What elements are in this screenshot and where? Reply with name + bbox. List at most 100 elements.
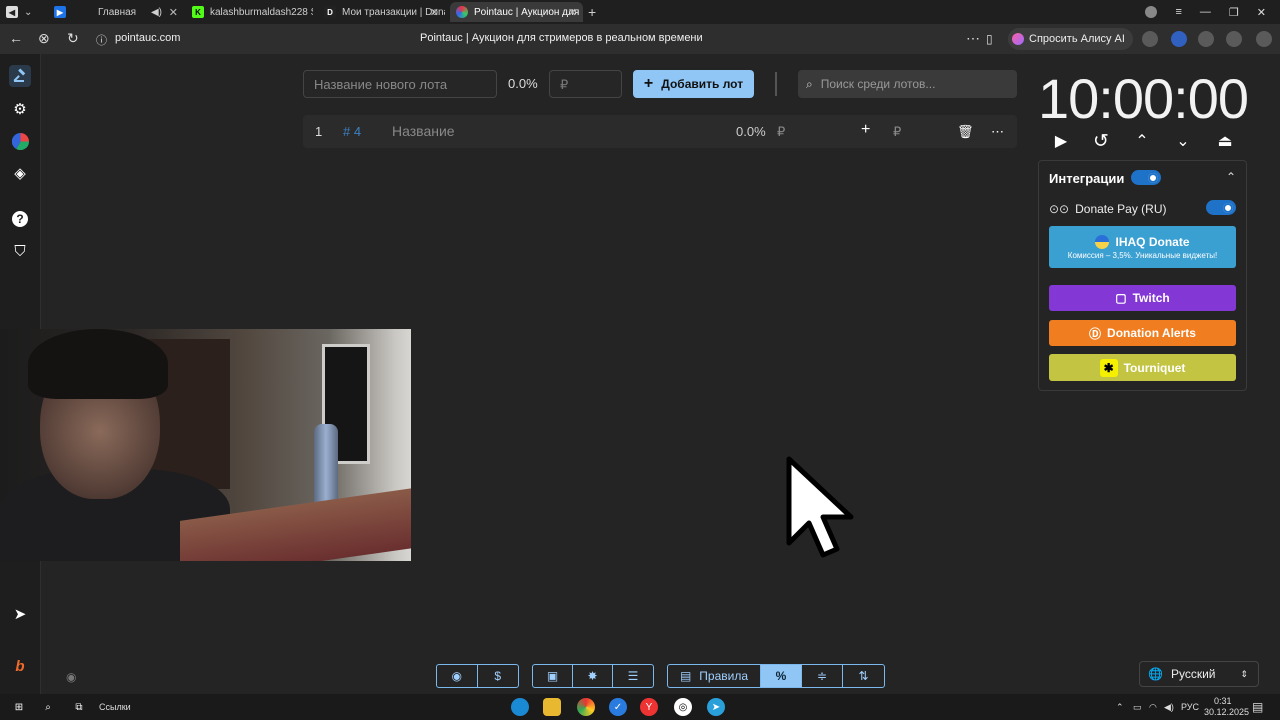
- tab-audio-control[interactable]: ◀ ⌄: [6, 2, 46, 22]
- chrome-icon[interactable]: [577, 698, 595, 716]
- ihaq-donate-button[interactable]: IHAQ Donate Комиссия – 3,5%. Уникальные …: [1049, 226, 1236, 268]
- ihaq-subtitle: Комиссия – 3,5%. Уникальные виджеты!: [1067, 250, 1218, 260]
- windows-start-icon[interactable]: ⊞: [10, 698, 28, 716]
- input-language[interactable]: РУС: [1181, 702, 1199, 712]
- more-icon[interactable]: ⋯: [991, 124, 1004, 140]
- eject-icon[interactable]: ⏏: [1214, 130, 1236, 152]
- network-icon[interactable]: ◠: [1149, 702, 1157, 713]
- trash-icon[interactable]: 🗑: [957, 124, 974, 140]
- restore-icon[interactable]: ❐: [1229, 6, 1239, 19]
- tab-transactions[interactable]: D Мои транзакции | Donate ✕: [320, 2, 445, 22]
- check-app-icon[interactable]: ✓: [609, 698, 627, 716]
- edge-icon[interactable]: [511, 698, 529, 716]
- task-view-icon[interactable]: ⧉: [70, 698, 88, 716]
- rules-label: Правила: [699, 669, 749, 683]
- new-tab-button[interactable]: +: [588, 2, 604, 22]
- book-icon: ▤: [679, 669, 692, 683]
- extension-icon[interactable]: [1142, 31, 1158, 47]
- donatepay-toggle[interactable]: [1206, 200, 1236, 215]
- language-select[interactable]: 🌐 Русский ⇕: [1139, 661, 1259, 687]
- new-lot-percent: 0.0%: [508, 76, 538, 91]
- telegram-icon[interactable]: ➤: [9, 603, 31, 625]
- pie-chart-icon[interactable]: [9, 130, 31, 152]
- gavel-icon[interactable]: [9, 65, 31, 87]
- extension-icon[interactable]: [1198, 31, 1214, 47]
- ihaq-icon: [1095, 234, 1110, 249]
- new-lot-amount-input[interactable]: ₽: [549, 70, 622, 98]
- lot-row: 1 # 4 Название 0.0% ₽ + ₽ 🗑 ⋯: [303, 115, 1017, 148]
- site-info-icon[interactable]: ⓘ: [96, 32, 107, 48]
- clear-list-icon[interactable]: ☰: [613, 665, 653, 687]
- shield-icon[interactable]: ⛉: [9, 240, 31, 262]
- volume-icon[interactable]: ◀): [1164, 702, 1174, 713]
- chevron-down-icon[interactable]: ⌄: [1172, 130, 1194, 152]
- chevron-up-icon[interactable]: ⌃: [1226, 170, 1236, 184]
- integrations-toggle[interactable]: [1131, 170, 1161, 185]
- donation-alerts-button[interactable]: Ⓓ Donation Alerts: [1049, 320, 1236, 346]
- mouse-cursor-icon: [785, 455, 857, 564]
- ask-alice-button[interactable]: Спросить Алису AI: [1008, 28, 1133, 50]
- extension-icon[interactable]: [1171, 31, 1187, 47]
- close-icon[interactable]: ✕: [430, 6, 439, 19]
- add-lot-button[interactable]: + Добавить лот: [633, 70, 754, 98]
- boosty-icon[interactable]: b: [9, 655, 31, 677]
- eye-icon[interactable]: ◉: [66, 670, 76, 684]
- close-icon[interactable]: ✕: [568, 6, 577, 19]
- bug-icon[interactable]: ✸: [573, 665, 613, 687]
- lot-id: # 4: [343, 124, 362, 139]
- compress-icon[interactable]: ≑: [802, 665, 843, 687]
- new-lot-name-input[interactable]: Название нового лота: [303, 70, 497, 98]
- audio-icon: ◀): [150, 6, 162, 18]
- taskbar-links-label[interactable]: Ссылки: [99, 702, 131, 712]
- layers-icon[interactable]: ◈: [9, 162, 31, 184]
- help-icon[interactable]: ?: [9, 208, 31, 230]
- bookmark-icon[interactable]: ▯: [986, 32, 993, 46]
- search-placeholder: Поиск среди лотов...: [820, 77, 936, 91]
- reload-icon[interactable]: ↻: [67, 30, 79, 47]
- tab-home[interactable]: ▶ Главная ◀) ✕: [54, 2, 184, 22]
- profile-icon[interactable]: [1145, 6, 1158, 18]
- github-icon[interactable]: ◉: [437, 665, 478, 687]
- downloads-icon[interactable]: [1256, 31, 1272, 47]
- telegram-icon[interactable]: ➤: [707, 698, 725, 716]
- percent-toggle[interactable]: %: [761, 665, 802, 687]
- search-icon[interactable]: ⌕: [39, 698, 57, 716]
- minimize-icon[interactable]: —: [1200, 6, 1211, 18]
- yandex-browser-icon[interactable]: Y: [640, 698, 658, 716]
- kick-icon: K: [192, 6, 204, 18]
- rules-button[interactable]: ▤ Правила: [668, 665, 761, 687]
- clock-time: 0:31: [1214, 696, 1232, 706]
- video-icon: ▶: [54, 6, 66, 18]
- menu-icon[interactable]: ≡: [1175, 6, 1181, 18]
- lot-add-amount[interactable]: ₽: [893, 124, 901, 140]
- close-icon[interactable]: ✕: [1257, 6, 1266, 19]
- save-icon[interactable]: ▣: [533, 665, 573, 687]
- folder-icon[interactable]: [543, 698, 561, 716]
- obs-icon[interactable]: ◎: [674, 698, 692, 716]
- extension-icon[interactable]: [1226, 31, 1242, 47]
- close-icon[interactable]: ✕: [169, 6, 178, 19]
- toolbar-group-view: ▤ Правила % ≑ ⇅: [667, 664, 885, 688]
- lot-amount[interactable]: ₽: [777, 124, 785, 140]
- tourniquet-button[interactable]: ✱ Tourniquet: [1049, 354, 1236, 381]
- sort-icon[interactable]: ⇅: [843, 665, 884, 687]
- plus-icon[interactable]: +: [861, 121, 870, 139]
- tab-pointauc[interactable]: Pointauc | Аукцион для ✕: [450, 2, 583, 22]
- url-text[interactable]: pointauc.com: [115, 32, 180, 44]
- lot-name[interactable]: Название: [392, 123, 455, 139]
- notifications-icon[interactable]: ▤: [1252, 700, 1263, 714]
- lot-search-input[interactable]: ⌕ Поиск среди лотов...: [798, 70, 1017, 98]
- play-icon[interactable]: ▶: [1050, 130, 1072, 152]
- restart-icon[interactable]: ↺: [1090, 130, 1112, 152]
- donate-dollar-icon[interactable]: $: [478, 665, 519, 687]
- tab-kick-stream[interactable]: K kalashburmaldash228 Str: [188, 2, 313, 22]
- back-icon[interactable]: ←: [9, 30, 23, 46]
- twitch-button[interactable]: ▢ Twitch: [1049, 285, 1236, 311]
- tray-chevron-icon[interactable]: ⌃: [1116, 702, 1124, 713]
- gear-icon[interactable]: ⚙: [9, 98, 31, 120]
- shield-icon[interactable]: ⊗: [38, 30, 50, 47]
- page-title: Pointauc | Аукцион для стримеров в реаль…: [420, 32, 703, 44]
- chevron-up-icon[interactable]: ⌃: [1131, 130, 1153, 152]
- tray-icon[interactable]: ▭: [1133, 702, 1142, 713]
- more-icon[interactable]: ⋯: [966, 30, 980, 47]
